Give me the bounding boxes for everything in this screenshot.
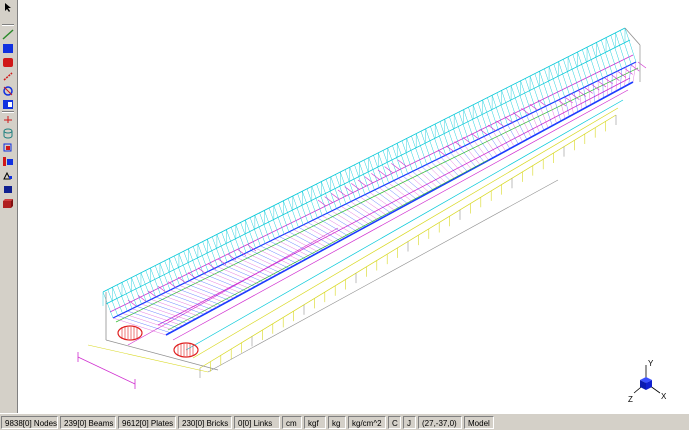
solid-view-icon[interactable] [2,198,14,209]
force-unit[interactable]: kgf [304,415,326,429]
cylinder-icon[interactable] [2,128,14,139]
status-links: 0[0] Links [234,415,280,429]
status-bar: 9838[0] Nodes 239[0] Beams 9612[0] Plate… [0,413,689,430]
node-edit-icon[interactable] [2,85,14,96]
bridge-wireframe-model [77,27,647,389]
axis-y-label: Y [648,359,654,368]
status-nodes: 9838[0] Nodes [1,415,58,429]
left-toolbar [0,0,18,413]
axis-z-label: Z [628,395,633,404]
view-mode[interactable]: Model [464,415,494,429]
axis-x-label: X [661,392,667,401]
cursor-icon[interactable] [2,2,14,13]
status-beams: 239[0] Beams [60,415,116,429]
length-unit[interactable]: cm [282,415,302,429]
status-bricks: 230[0] Bricks [178,415,232,429]
mode-j[interactable]: J [403,415,416,429]
axis-triad: Y X Z [628,359,667,404]
restraint-icon[interactable] [2,142,14,153]
mass-unit[interactable]: kg [328,415,346,429]
status-plates: 9612[0] Plates [118,415,176,429]
copy-icon[interactable] [2,170,14,181]
brick-icon[interactable] [2,57,14,68]
plate-icon[interactable] [2,43,14,54]
select-icon[interactable] [2,184,14,195]
subdivide-icon[interactable] [2,99,14,110]
add-node-icon[interactable] [2,114,14,125]
mode-c[interactable]: C [388,415,401,429]
cursor-coords: (27,-37,0) [418,415,462,429]
model-viewport[interactable]: Y X Z [18,0,689,413]
line-icon[interactable] [2,29,14,40]
link-icon[interactable] [2,71,14,82]
load-icon[interactable] [2,156,14,167]
stress-unit[interactable]: kg/cm^2 [348,415,386,429]
